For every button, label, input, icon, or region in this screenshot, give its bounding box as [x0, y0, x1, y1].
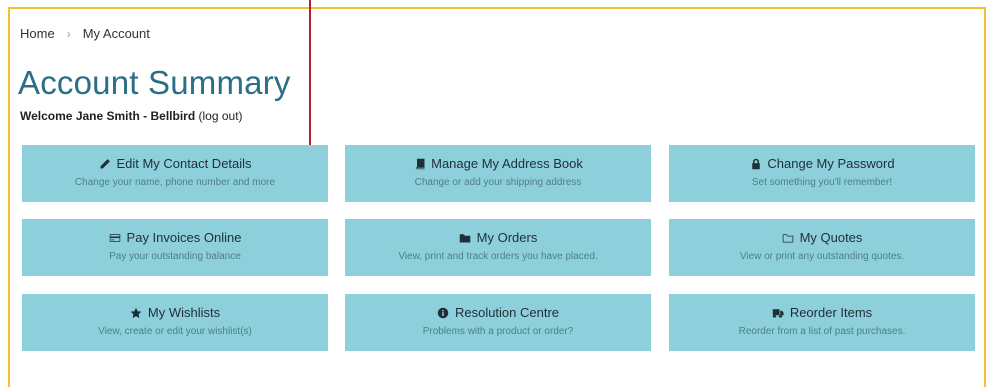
- breadcrumb: Home › My Account: [20, 26, 150, 41]
- tile-description: Change or add your shipping address: [414, 177, 582, 188]
- tile-description: Reorder from a list of past purchases.: [738, 326, 906, 337]
- logout-link[interactable]: (log out): [199, 109, 243, 123]
- address-book-icon: [413, 158, 426, 170]
- tile-reorder-items[interactable]: Reorder Items Reorder from a list of pas…: [669, 294, 975, 351]
- tile-title: My Quotes: [799, 230, 863, 245]
- tile-title: Manage My Address Book: [431, 156, 583, 171]
- tile-description: View, print and track orders you have pl…: [398, 251, 598, 262]
- tile-title: My Orders: [476, 230, 538, 245]
- tile-my-orders[interactable]: My Orders View, print and track orders y…: [345, 219, 651, 276]
- tile-title: Pay Invoices Online: [126, 230, 242, 245]
- tile-title: Reorder Items: [789, 305, 873, 320]
- lock-icon: [749, 158, 762, 170]
- tile-description: Change your name, phone number and more: [74, 177, 276, 188]
- credit-card-icon: [109, 232, 122, 244]
- tile-title: Resolution Centre: [454, 305, 560, 320]
- truck-icon: [772, 307, 785, 319]
- tile-description: View, create or edit your wishlist(s): [98, 326, 252, 337]
- breadcrumb-current: My Account: [82, 26, 150, 41]
- folder-open-icon: [782, 232, 795, 244]
- tile-title: Change My Password: [767, 156, 895, 171]
- welcome-user: Jane Smith - Bellbird: [75, 109, 196, 123]
- tile-resolution-centre[interactable]: Resolution Centre Problems with a produc…: [345, 294, 651, 351]
- pencil-icon: [98, 158, 111, 170]
- tile-manage-address-book[interactable]: Manage My Address Book Change or add you…: [345, 145, 651, 202]
- breadcrumb-separator-icon: ›: [66, 26, 71, 41]
- folder-icon: [459, 232, 472, 244]
- tile-description: Pay your outstanding balance: [109, 251, 241, 262]
- tile-description: View or print any outstanding quotes.: [739, 251, 905, 262]
- welcome-prefix: Welcome: [20, 109, 73, 123]
- tile-my-quotes[interactable]: My Quotes View or print any outstanding …: [669, 219, 975, 276]
- welcome-message: Welcome Jane Smith - Bellbird (log out): [20, 109, 243, 123]
- tile-title: Edit My Contact Details: [116, 156, 252, 171]
- info-circle-icon: [437, 307, 450, 319]
- page-title: Account Summary: [18, 64, 291, 101]
- tile-description: Problems with a product or order?: [422, 326, 574, 337]
- marker-line: [309, 0, 311, 158]
- tile-description: Set something you'll remember!: [751, 177, 893, 188]
- tile-pay-invoices[interactable]: Pay Invoices Online Pay your outstanding…: [22, 219, 328, 276]
- tile-change-password[interactable]: Change My Password Set something you'll …: [669, 145, 975, 202]
- tile-edit-contact-details[interactable]: Edit My Contact Details Change your name…: [22, 145, 328, 202]
- star-icon: [130, 307, 143, 319]
- breadcrumb-home-link[interactable]: Home: [20, 26, 55, 41]
- tile-my-wishlists[interactable]: My Wishlists View, create or edit your w…: [22, 294, 328, 351]
- tile-title: My Wishlists: [147, 305, 221, 320]
